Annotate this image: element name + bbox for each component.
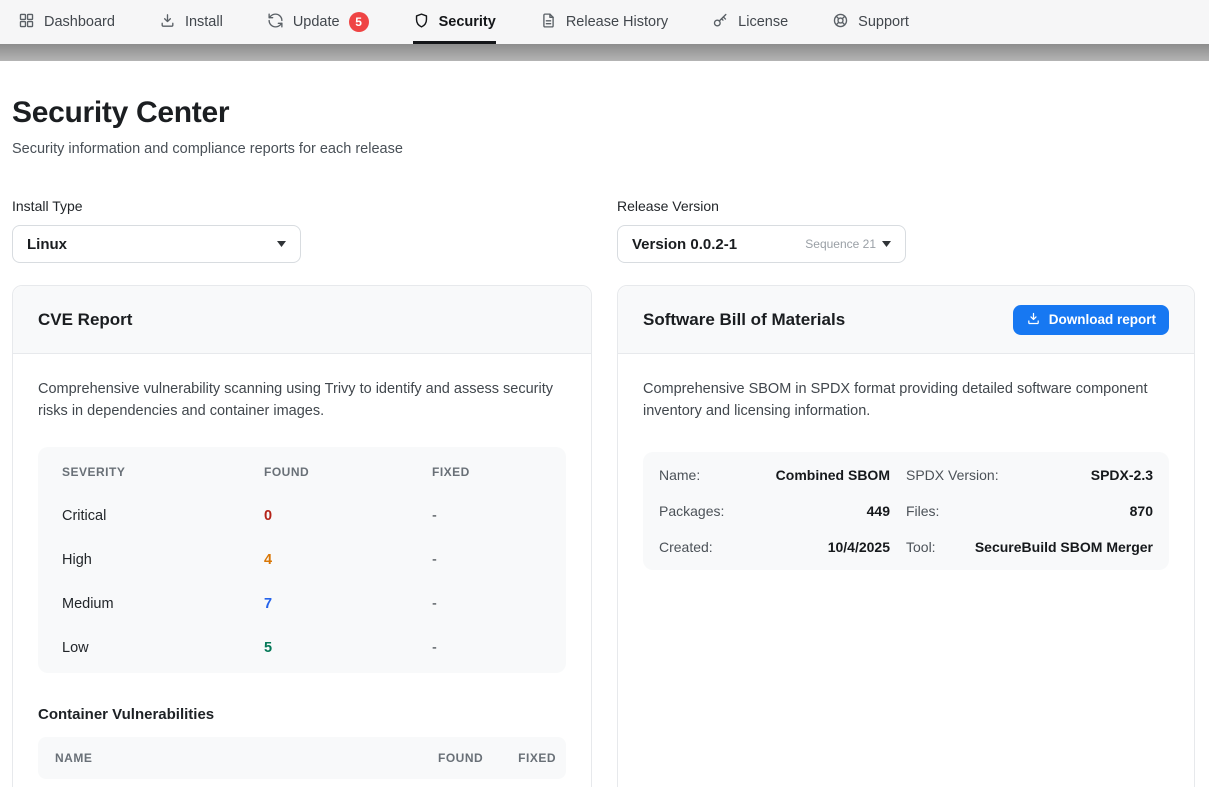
fixed-count: - [432,596,542,612]
file-text-icon [540,12,557,33]
severity-label: Low [62,640,264,656]
sbom-description: Comprehensive SBOM in SPDX format provid… [643,379,1169,422]
download-report-button[interactable]: Download report [1013,305,1169,335]
sbom-header: Software Bill of Materials Download repo… [618,286,1194,354]
cve-report-title: CVE Report [38,310,132,330]
detail-label: SPDX Version: [906,467,999,483]
column-header-name: NAME [55,751,403,765]
detail-label: Packages: [659,503,724,519]
column-header-fixed: FIXED [518,751,556,765]
tab-label: Security [439,14,496,30]
sbom-details-row: Name: Combined SBOM SPDX Version: SPDX-2… [659,457,1153,493]
cve-report-header: CVE Report [13,286,591,354]
top-nav: Dashboard Install Update 5 Security Rele… [0,0,1209,44]
fixed-count: - [432,552,542,568]
detail-value: SPDX-2.3 [1091,467,1153,483]
column-header-severity: SEVERITY [62,465,264,479]
cards-row: CVE Report Comprehensive vulnerability s… [12,285,1195,787]
sbom-card: Software Bill of Materials Download repo… [617,285,1195,787]
install-type-select[interactable]: Linux [12,225,301,263]
page-title: Security Center [12,95,1195,131]
found-count: 7 [264,596,432,612]
column-header-found: FOUND [438,751,483,765]
tab-dashboard[interactable]: Dashboard [18,0,115,44]
column-header-fixed: FIXED [432,465,542,479]
tab-label: Support [858,14,909,30]
refresh-icon [267,12,284,33]
found-count: 5 [264,640,432,656]
tab-security[interactable]: Security [413,0,496,44]
detail-value: 10/4/2025 [828,539,890,555]
update-count-badge: 5 [349,12,369,32]
severity-table: SEVERITY FOUND FIXED Critical 0 - High 4… [38,447,566,673]
cve-report-description: Comprehensive vulnerability scanning usi… [38,379,566,422]
cve-report-card: CVE Report Comprehensive vulnerability s… [12,285,592,787]
release-version-label: Release Version [617,198,1195,214]
detail-value: 870 [1130,503,1153,519]
sbom-details: Name: Combined SBOM SPDX Version: SPDX-2… [643,452,1169,570]
column-header-found: FOUND [264,465,432,479]
filters-row: Install Type Linux Release Version Versi… [12,198,1195,263]
sbom-details-row: Packages: 449 Files: 870 [659,493,1153,529]
tab-license[interactable]: License [712,0,788,44]
install-type-label: Install Type [12,198,592,214]
table-row-critical: Critical 0 - [38,494,566,538]
detail-value: 449 [867,503,890,519]
tab-support[interactable]: Support [832,0,909,44]
download-icon [1026,311,1041,329]
detail-value: Combined SBOM [776,467,890,483]
detail-label: Name: [659,467,700,483]
tab-release-history[interactable]: Release History [540,0,668,44]
download-icon [159,12,176,33]
key-icon [712,12,729,33]
found-count: 4 [264,552,432,568]
severity-label: Critical [62,508,264,524]
table-row-high: High 4 - [38,538,566,582]
container-vulnerabilities-table-header: NAME FOUND FIXED [38,737,566,779]
tab-label: Dashboard [44,14,115,30]
release-version-select[interactable]: Version 0.0.2-1 Sequence 21 [617,225,906,263]
severity-label: High [62,552,264,568]
tab-label: License [738,14,788,30]
tab-label: Release History [566,14,668,30]
severity-table-header: SEVERITY FOUND FIXED [38,450,566,494]
page-subtitle: Security information and compliance repo… [12,141,1195,157]
lifebuoy-icon [832,12,849,33]
release-version-filter: Release Version Version 0.0.2-1 Sequence… [617,198,1195,263]
nav-scroll-shadow [0,44,1209,61]
dashboard-grid-icon [18,12,35,33]
tab-label: Update [293,14,340,30]
detail-label: Created: [659,539,713,555]
tab-install[interactable]: Install [159,0,223,44]
sbom-details-row: Created: 10/4/2025 Tool: SecureBuild SBO… [659,529,1153,565]
main-content: Security Center Security information and… [0,95,1209,787]
download-report-label: Download report [1049,312,1156,327]
detail-label: Tool: [906,539,936,555]
install-type-filter: Install Type Linux [12,198,592,263]
fixed-count: - [432,640,542,656]
table-row-medium: Medium 7 - [38,582,566,626]
sbom-title: Software Bill of Materials [643,310,845,330]
fixed-count: - [432,508,542,524]
severity-label: Medium [62,596,264,612]
chevron-down-icon [882,241,891,247]
chevron-down-icon [277,241,286,247]
detail-value: SecureBuild SBOM Merger [975,539,1153,555]
container-vulnerabilities-title: Container Vulnerabilities [38,706,566,723]
install-type-value: Linux [27,236,67,253]
found-count: 0 [264,508,432,524]
release-version-value: Version 0.0.2-1 [632,236,737,253]
detail-label: Files: [906,503,939,519]
shield-icon [413,12,430,33]
tab-label: Install [185,14,223,30]
tab-update[interactable]: Update 5 [267,0,369,44]
table-row-low: Low 5 - [38,626,566,670]
sequence-label: Sequence 21 [805,237,876,251]
